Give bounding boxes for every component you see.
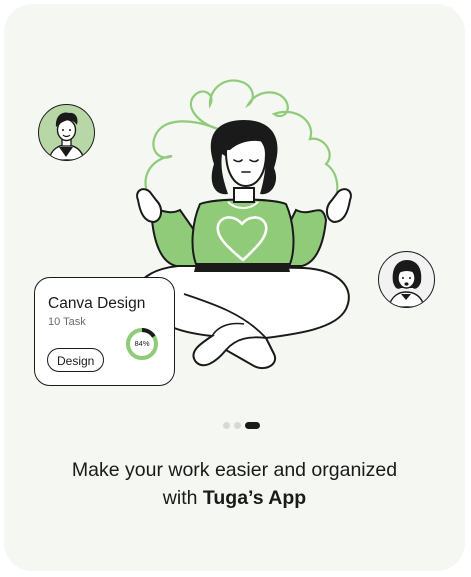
man-avatar-icon <box>48 112 85 160</box>
page-indicator <box>223 422 260 429</box>
task-card-title: Canva Design <box>48 295 146 312</box>
woman-avatar-icon <box>388 260 425 307</box>
headline-line-2: with Tuga’s App <box>4 484 465 512</box>
page-dot-2[interactable] <box>234 422 241 429</box>
progress-percent: 84% <box>134 339 150 348</box>
headline-prefix: with <box>162 487 203 509</box>
page-dot-1[interactable] <box>223 422 230 429</box>
page-dot-3[interactable] <box>245 422 260 429</box>
task-count: 10 Task <box>48 316 86 328</box>
category-chip[interactable]: Design <box>47 348 105 372</box>
woman-avatar <box>378 251 435 308</box>
app-name: Tuga’s App <box>202 487 307 509</box>
onboarding-screen: Canva Design 10 Task 84% Design Make you… <box>4 4 465 571</box>
man-avatar <box>38 104 95 161</box>
onboarding-headline: Make your work easier and organized with… <box>4 456 465 512</box>
headline-line-1: Make your work easier and organized <box>71 459 398 481</box>
task-card[interactable]: Canva Design 10 Task 84% Design <box>34 277 175 386</box>
